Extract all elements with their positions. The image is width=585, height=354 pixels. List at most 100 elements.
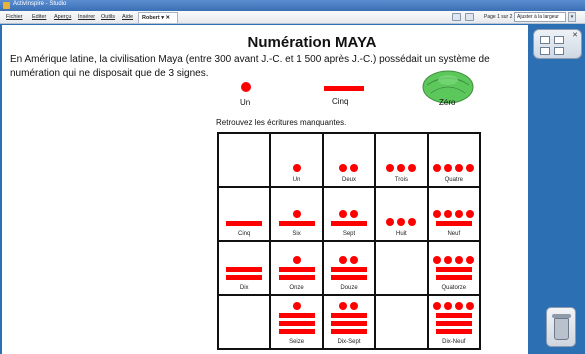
empty-cell[interactable] — [375, 241, 428, 295]
empty-cell[interactable] — [375, 295, 428, 349]
dot-symbol[interactable] — [397, 164, 406, 172]
dot-symbol[interactable] — [433, 210, 442, 218]
bar-symbol[interactable] — [435, 313, 472, 318]
menu-aide[interactable]: Aide — [122, 14, 133, 20]
numeral-glyph[interactable] — [271, 302, 321, 334]
dot-symbol[interactable] — [292, 302, 301, 310]
bar-symbol[interactable] — [435, 267, 472, 272]
dot-symbol[interactable] — [339, 302, 348, 310]
bar-symbol[interactable] — [435, 221, 472, 226]
numeral-glyph[interactable] — [271, 140, 321, 172]
dot-symbol[interactable] — [444, 210, 453, 218]
toolbox-icon[interactable] — [540, 47, 550, 55]
bar-symbol[interactable] — [226, 267, 263, 272]
bar-symbol[interactable] — [330, 329, 367, 334]
dot-symbol[interactable] — [292, 256, 301, 264]
dot-symbol[interactable] — [466, 210, 475, 218]
bar-symbol[interactable] — [324, 86, 364, 91]
dot-symbol[interactable] — [466, 164, 475, 172]
dot-symbol[interactable] — [292, 164, 301, 172]
dot-row — [433, 302, 475, 310]
dot-symbol[interactable] — [350, 210, 359, 218]
floating-toolbox[interactable]: ✕ — [533, 29, 582, 59]
bar-symbol[interactable] — [226, 221, 263, 226]
numeral-glyph[interactable] — [376, 140, 426, 172]
dot-symbol[interactable] — [241, 82, 251, 92]
dot-symbol[interactable] — [444, 256, 453, 264]
numeral-glyph[interactable] — [219, 248, 269, 280]
bar-symbol[interactable] — [226, 275, 263, 280]
dot-symbol[interactable] — [455, 302, 464, 310]
page-view-icon[interactable] — [452, 13, 461, 21]
chevron-down-icon[interactable]: ▾ — [568, 12, 576, 22]
dot-symbol[interactable] — [350, 164, 359, 172]
zoom-select[interactable]: Ajuster à la largeur — [514, 12, 566, 22]
numeral-glyph[interactable] — [429, 194, 479, 226]
bar-symbol[interactable] — [278, 329, 315, 334]
menu-editer[interactable]: Editer — [32, 14, 46, 20]
close-icon[interactable]: ✕ — [572, 31, 578, 39]
numeral-glyph[interactable] — [376, 194, 426, 226]
bar-symbol[interactable] — [330, 221, 367, 226]
bar-symbol[interactable] — [330, 275, 367, 280]
dot-symbol[interactable] — [339, 210, 348, 218]
numeral-glyph[interactable] — [324, 248, 374, 280]
bar-symbol[interactable] — [278, 221, 315, 226]
dot-symbol[interactable] — [408, 218, 417, 226]
dot-symbol[interactable] — [339, 164, 348, 172]
numeral-glyph[interactable] — [429, 248, 479, 280]
empty-cell[interactable] — [218, 133, 271, 187]
bar-symbol[interactable] — [278, 275, 315, 280]
numeral-label: Trois — [394, 177, 408, 183]
tab-flipchart[interactable]: Robert ▾ ✕ — [138, 12, 178, 23]
dot-symbol[interactable] — [455, 164, 464, 172]
numeral-glyph[interactable] — [324, 302, 374, 334]
numeral-glyph[interactable] — [271, 194, 321, 226]
page-title: Numération MAYA — [247, 34, 377, 51]
dot-symbol[interactable] — [350, 256, 359, 264]
bar-symbol[interactable] — [278, 267, 315, 272]
bar-symbol[interactable] — [330, 267, 367, 272]
dot-symbol[interactable] — [339, 256, 348, 264]
numeral-glyph[interactable] — [219, 194, 269, 226]
numeral-glyph[interactable] — [429, 302, 479, 334]
trash-button[interactable] — [546, 307, 576, 347]
bar-symbol[interactable] — [435, 321, 472, 326]
dot-symbol[interactable] — [455, 256, 464, 264]
dot-symbol[interactable] — [444, 302, 453, 310]
dot-symbol[interactable] — [350, 302, 359, 310]
dot-symbol[interactable] — [408, 164, 417, 172]
dot-symbol[interactable] — [466, 256, 475, 264]
page-sorter-icon[interactable] — [465, 13, 474, 21]
bar-symbol[interactable] — [278, 313, 315, 318]
numeral-glyph[interactable] — [271, 248, 321, 280]
bar-symbol[interactable] — [435, 329, 472, 334]
dot-symbol[interactable] — [386, 164, 395, 172]
bar-symbol[interactable] — [330, 321, 367, 326]
numeral-glyph[interactable] — [324, 194, 374, 226]
dot-symbol[interactable] — [397, 218, 406, 226]
dot-symbol[interactable] — [433, 302, 442, 310]
toolbox-icon[interactable] — [554, 36, 564, 44]
dot-symbol[interactable] — [444, 164, 453, 172]
trash-icon-body — [554, 318, 569, 340]
menu-fichier[interactable]: Fichier — [6, 14, 23, 20]
toolbox-icon[interactable] — [554, 47, 564, 55]
numeral-glyph[interactable] — [429, 140, 479, 172]
bar-symbol[interactable] — [330, 313, 367, 318]
menu-inserer[interactable]: Insérer — [78, 14, 95, 20]
dot-symbol[interactable] — [455, 210, 464, 218]
dot-symbol[interactable] — [386, 218, 395, 226]
toolbox-icon[interactable] — [540, 36, 550, 44]
dot-symbol[interactable] — [433, 256, 442, 264]
dot-symbol[interactable] — [433, 164, 442, 172]
menu-apercu[interactable]: Aperçu — [54, 14, 71, 20]
dot-symbol[interactable] — [292, 210, 301, 218]
empty-cell[interactable] — [218, 295, 271, 349]
dot-symbol[interactable] — [466, 302, 475, 310]
numeral-glyph[interactable] — [324, 140, 374, 172]
bar-symbol[interactable] — [435, 275, 472, 280]
numeral-label: Deux — [341, 177, 356, 183]
bar-symbol[interactable] — [278, 321, 315, 326]
menu-outils[interactable]: Outils — [101, 14, 115, 20]
